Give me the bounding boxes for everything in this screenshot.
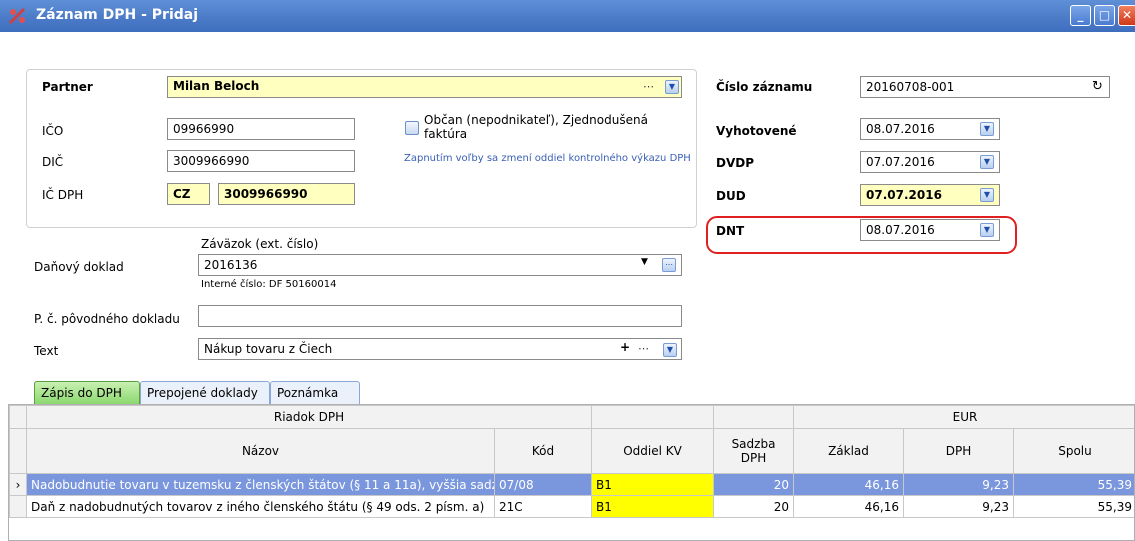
row-nazov[interactable]: Nadobudnutie tovaru v tuzemsku z členský…	[26, 473, 495, 496]
col-dph[interactable]: DPH	[903, 428, 1014, 474]
dic-input[interactable]: 3009966990	[167, 150, 355, 172]
row-spolu[interactable]: 55,39	[1013, 495, 1134, 518]
col-zaklad[interactable]: Základ	[793, 428, 904, 474]
dud-dropdown-icon[interactable]: ▼	[980, 188, 994, 202]
cislo-label: Číslo záznamu	[716, 80, 813, 94]
minimize-button[interactable]: _	[1070, 5, 1091, 26]
app-icon	[8, 7, 26, 25]
row-spolu[interactable]: 55,39	[1013, 473, 1134, 496]
icdph-number-input[interactable]: 3009966990	[218, 183, 355, 205]
col-kod[interactable]: Kód	[494, 428, 592, 474]
icdph-label: IČ DPH	[42, 188, 84, 202]
ico-input[interactable]: 09966990	[167, 118, 355, 140]
row-kod[interactable]: 07/08	[494, 473, 592, 496]
danovy-dropdown-icon[interactable]: ▼	[641, 257, 648, 267]
close-button[interactable]: ✕	[1118, 5, 1135, 26]
citizen-checkbox[interactable]	[405, 121, 419, 135]
refresh-icon[interactable]: ↻	[1092, 79, 1103, 94]
grid-column-header: Názov Kód Oddiel KV Sadzba DPH Základ DP…	[9, 428, 1134, 474]
dic-label: DIČ	[42, 155, 64, 169]
group-riadok-dph: Riadok DPH	[26, 405, 592, 429]
partner-more-icon[interactable]: ⋯	[643, 80, 655, 93]
dud-input[interactable]: 07.07.2016	[860, 184, 1000, 206]
text-more-icon[interactable]: ⋯	[638, 342, 650, 355]
row-dph[interactable]: 9,23	[903, 473, 1014, 496]
partner-dropdown-icon[interactable]: ▼	[665, 80, 679, 94]
text-dropdown-icon[interactable]: ▼	[663, 343, 677, 357]
pc-input[interactable]	[198, 305, 682, 327]
danovy-input[interactable]: 2016136	[198, 254, 682, 276]
row-kod[interactable]: 21C	[494, 495, 592, 518]
row-nazov[interactable]: Daň z nadobudnutých tovarov z iného člen…	[26, 495, 495, 518]
grid-group-header: Riadok DPH EUR	[9, 405, 1134, 429]
interne-label: Interné číslo: DF 50160014	[201, 279, 337, 290]
table-row[interactable]: Daň z nadobudnutých tovarov z iného člen…	[9, 495, 1134, 518]
partner-input[interactable]: Milan Beloch	[167, 76, 682, 98]
group-eur: EUR	[793, 405, 1134, 429]
ico-label: IČO	[42, 124, 64, 138]
col-spolu[interactable]: Spolu	[1013, 428, 1134, 474]
partner-value: Milan Beloch	[173, 79, 260, 93]
text-input[interactable]: Nákup tovaru z Čiech	[198, 338, 682, 360]
col-oddiel-kv[interactable]: Oddiel KV	[591, 428, 714, 474]
vyhotovene-label: Vyhotovené	[716, 124, 797, 138]
title-bar: Záznam DPH - Pridaj _ □ ✕	[0, 0, 1135, 32]
dvdp-input[interactable]: 07.07.2016	[860, 151, 1000, 173]
row-zaklad[interactable]: 46,16	[793, 495, 904, 518]
dvdp-label: DVDP	[716, 156, 755, 170]
citizen-note: Zapnutím voľby sa zmení oddiel kontrolné…	[404, 153, 691, 164]
col-nazov[interactable]: Názov	[26, 428, 495, 474]
zavazok-label: Záväzok (ext. číslo)	[201, 237, 319, 251]
row-oddiel-kv[interactable]: B1	[591, 473, 714, 496]
tab-poznamka[interactable]: Poznámka	[270, 381, 360, 404]
icdph-country-input[interactable]: CZ	[167, 183, 210, 205]
table-row[interactable]: › Nadobudnutie tovaru v tuzemsku z člens…	[9, 473, 1134, 496]
danovy-more-icon[interactable]: ⋯	[662, 258, 676, 272]
vat-grid: Riadok DPH EUR Názov Kód Oddiel KV Sadzb…	[8, 404, 1135, 541]
cislo-input[interactable]: 20160708-001	[860, 76, 1110, 98]
partner-label: Partner	[42, 80, 93, 94]
row-dph[interactable]: 9,23	[903, 495, 1014, 518]
dvdp-dropdown-icon[interactable]: ▼	[980, 155, 994, 169]
dud-label: DUD	[716, 189, 746, 203]
text-label: Text	[34, 344, 59, 358]
pc-label: P. č. pôvodného dokladu	[34, 312, 180, 326]
row-zaklad[interactable]: 46,16	[793, 473, 904, 496]
vyhotovene-dropdown-icon[interactable]: ▼	[980, 122, 994, 136]
tab-prepojene-doklady[interactable]: Prepojené doklady	[140, 381, 270, 404]
tab-zapis-do-dph[interactable]: Zápis do DPH	[34, 381, 140, 404]
text-add-icon[interactable]: +	[620, 340, 630, 354]
highlight-oval	[706, 216, 1017, 254]
row-sadzba[interactable]: 20	[713, 473, 794, 496]
window-title: Záznam DPH - Pridaj	[36, 7, 199, 23]
row-sadzba[interactable]: 20	[713, 495, 794, 518]
row-indicator-icon: ›	[9, 473, 27, 496]
vyhotovene-input[interactable]: 08.07.2016	[860, 118, 1000, 140]
row-oddiel-kv[interactable]: B1	[591, 495, 714, 518]
maximize-button[interactable]: □	[1094, 5, 1115, 26]
danovy-label: Daňový doklad	[34, 260, 124, 274]
col-sadzba-dph[interactable]: Sadzba DPH	[713, 428, 794, 474]
citizen-label: Občan (nepodnikateľ), Zjednodušená faktú…	[424, 113, 648, 141]
